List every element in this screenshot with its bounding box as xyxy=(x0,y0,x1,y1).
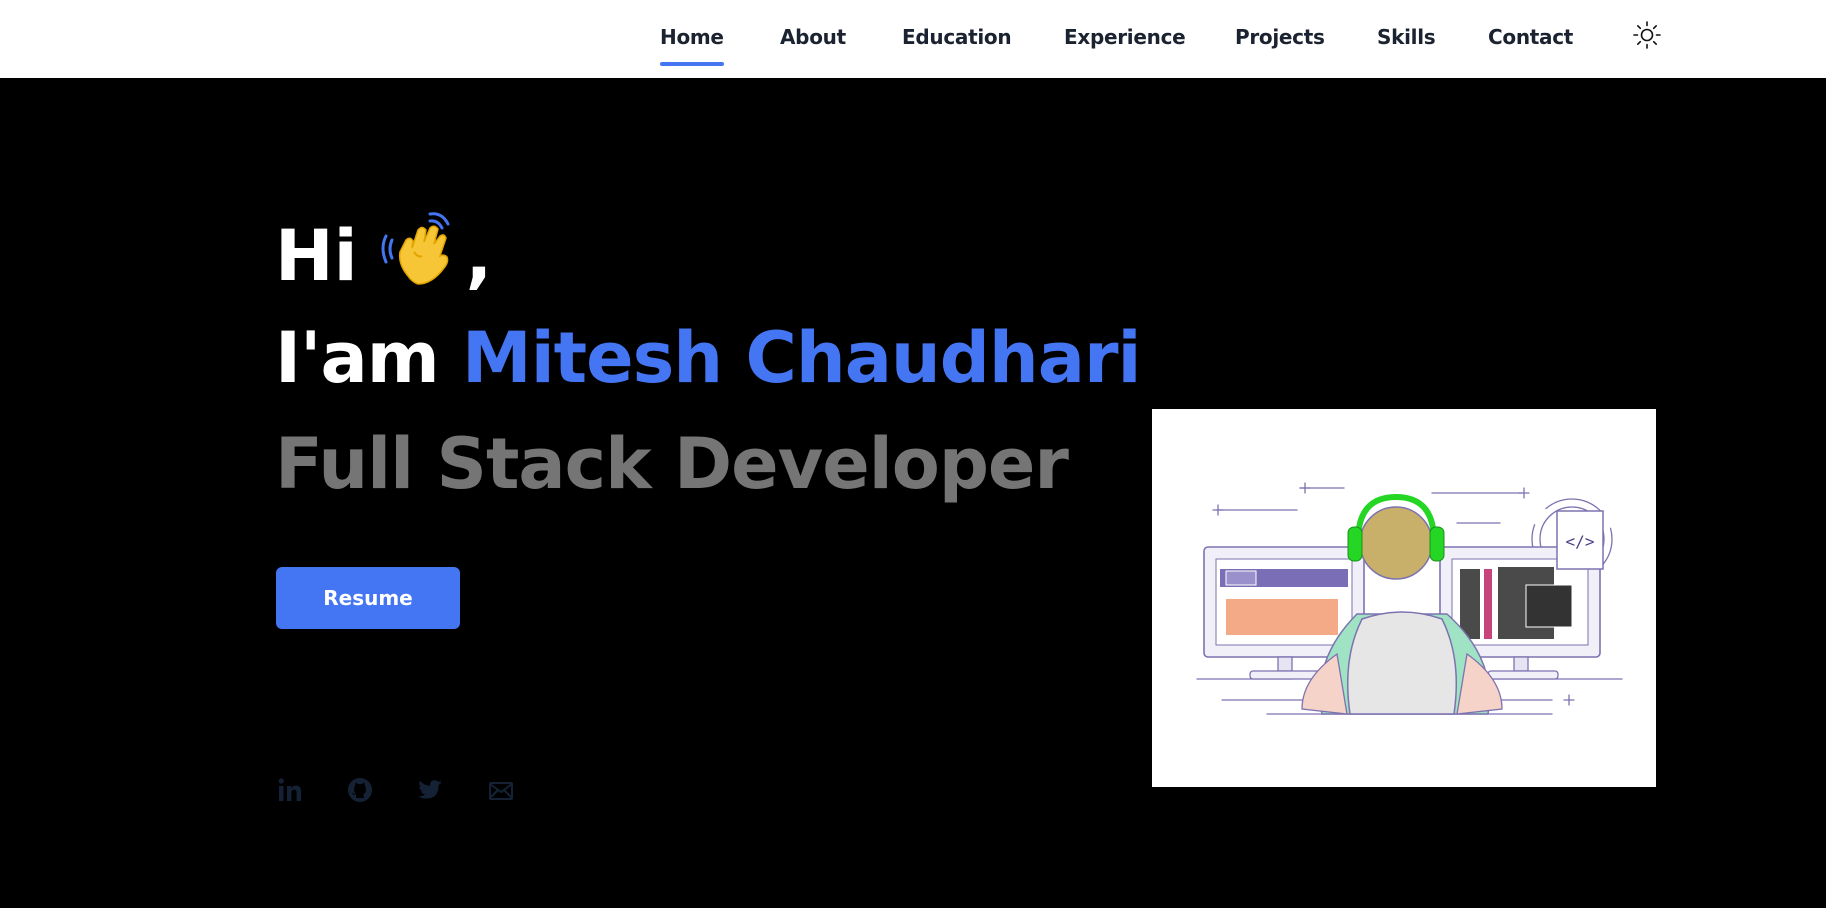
nav-home[interactable]: Home xyxy=(660,22,724,66)
waving-hand-icon xyxy=(378,208,460,288)
hero-intro: I'am Mitesh Chaudhari xyxy=(275,314,1141,402)
mail-icon[interactable] xyxy=(487,776,515,804)
nav-contact[interactable]: Contact xyxy=(1488,22,1573,52)
sun-icon[interactable] xyxy=(1632,20,1662,50)
intro-text: I'am xyxy=(275,317,440,399)
hero-name: Mitesh Chaudhari xyxy=(462,317,1141,399)
top-navigation: Home About Education Experience Projects… xyxy=(0,0,1826,78)
greeting-text: Hi xyxy=(275,215,358,297)
svg-text:</>: </> xyxy=(1566,532,1595,551)
nav-skills[interactable]: Skills xyxy=(1377,22,1436,52)
developer-illustration: </> xyxy=(1152,409,1656,787)
nav-experience[interactable]: Experience xyxy=(1064,22,1186,52)
resume-button[interactable]: Resume xyxy=(276,567,460,629)
greeting-punctuation: , xyxy=(465,215,493,297)
hero-role: Full Stack Developer xyxy=(275,423,1069,505)
linkedin-icon[interactable] xyxy=(276,776,304,804)
github-icon[interactable] xyxy=(346,776,374,804)
hero-greeting: Hi , xyxy=(275,208,492,300)
twitter-icon[interactable] xyxy=(416,776,444,804)
nav-education[interactable]: Education xyxy=(902,22,1012,52)
nav-projects[interactable]: Projects xyxy=(1235,22,1325,52)
nav-about[interactable]: About xyxy=(780,22,846,52)
